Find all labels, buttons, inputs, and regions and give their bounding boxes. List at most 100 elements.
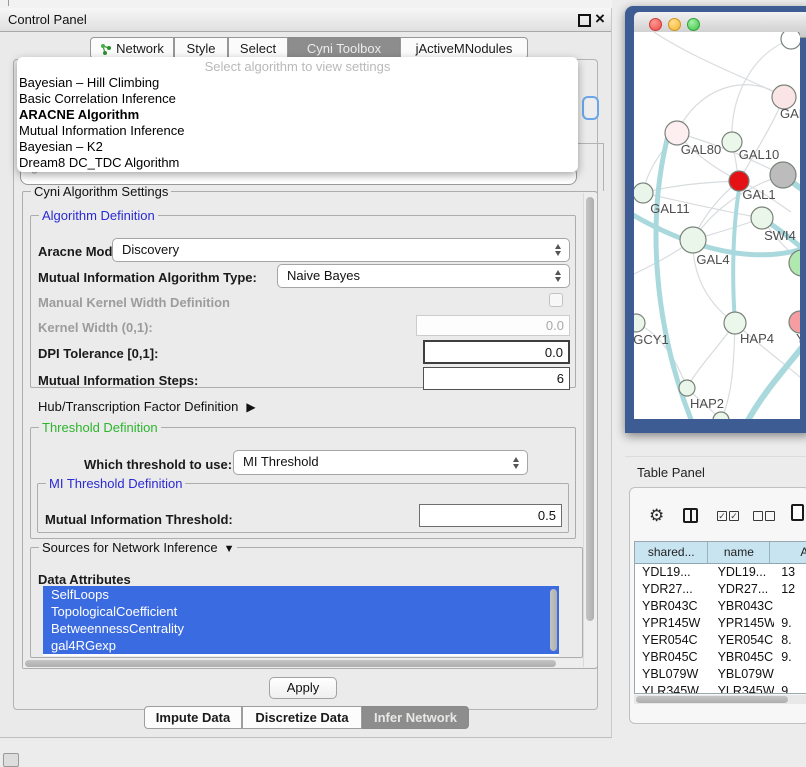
- table-cell: YBR043C: [711, 598, 775, 615]
- spinner-arrows-icon[interactable]: [554, 269, 562, 283]
- network-node-hap2[interactable]: [679, 380, 695, 396]
- table-cell: YBL079W: [635, 666, 711, 683]
- table-horizontal-scrollbar[interactable]: [634, 695, 806, 704]
- algorithm-option[interactable]: Bayesian – Hill Climbing: [17, 75, 578, 91]
- list-scrollbar-thumb[interactable]: [550, 589, 557, 651]
- network-canvas[interactable]: GALGAL80GAL10GAL1GAL11SWI4GAL4GCY1HAP4YH…: [634, 32, 800, 419]
- table-row[interactable]: YBR045CYBR045C9.: [635, 649, 806, 666]
- select-all-checkbox-icon[interactable]: ✓: [729, 511, 739, 521]
- data-attribute-item[interactable]: BetweennessCentrality: [43, 620, 559, 637]
- network-node-gal4[interactable]: [680, 227, 706, 253]
- column-header[interactable]: shared...: [635, 542, 708, 563]
- data-attribute-item[interactable]: SelfLoops: [43, 586, 559, 603]
- algorithm-option[interactable]: Dream8 DC_TDC Algorithm: [17, 155, 578, 171]
- network-node-gcy1[interactable]: [634, 314, 645, 332]
- kernel-width-input[interactable]: [416, 315, 570, 336]
- table-row[interactable]: YDR27...YDR27...12: [635, 581, 806, 598]
- mi-steps-input[interactable]: [423, 367, 570, 390]
- columns-icon[interactable]: [683, 508, 698, 523]
- table-cell: [774, 666, 806, 683]
- float-window-icon[interactable]: [578, 14, 591, 27]
- table-cell: YLR345W: [635, 683, 711, 694]
- tab-discretize-data[interactable]: Discretize Data: [242, 706, 362, 729]
- table-cell: 9.: [774, 683, 806, 694]
- algorithm-dropdown-placeholder: Select algorithm to view settings: [17, 59, 578, 75]
- group-title: Threshold Definition: [39, 420, 161, 435]
- hub-definition-toggle[interactable]: Hub/Transcription Factor Definition▶: [38, 399, 256, 414]
- spinner-arrows-icon[interactable]: [512, 456, 520, 470]
- data-attribute-item[interactable]: gal4RGexp: [43, 637, 559, 654]
- scrollbar-thumb[interactable]: [586, 197, 594, 621]
- tab-infer-network[interactable]: Infer Network: [362, 706, 469, 729]
- apply-button[interactable]: Apply: [269, 677, 337, 699]
- network-node-swi4[interactable]: [751, 207, 773, 229]
- network-node[interactable]: [770, 162, 796, 188]
- tab-label: Discretize Data: [255, 710, 348, 725]
- new-table-icon[interactable]: [791, 504, 804, 521]
- expand-arrow-icon[interactable]: ▶: [246, 400, 255, 414]
- network-node[interactable]: [713, 412, 729, 419]
- scrollbar-thumb[interactable]: [636, 696, 788, 703]
- table-row[interactable]: YBL079WYBL079W: [635, 666, 806, 683]
- table-row[interactable]: YER054CYER054C8.: [635, 632, 806, 649]
- separator: [625, 456, 806, 457]
- network-node-y[interactable]: [789, 311, 800, 333]
- algorithm-option[interactable]: ARACNE Algorithm: [17, 107, 578, 123]
- spinner-arrows-icon[interactable]: [554, 243, 562, 257]
- sources-toggle[interactable]: Sources for Network Inference▼: [39, 540, 237, 555]
- focused-spinner-fragment[interactable]: [582, 96, 599, 120]
- node-label: GAL10: [739, 147, 779, 162]
- which-threshold-combobox[interactable]: MI Threshold: [233, 450, 528, 475]
- dpi-tolerance-label: DPI Tolerance [0,1]:: [38, 346, 158, 361]
- node-label: GAL11: [650, 201, 690, 216]
- top-tick: [8, 0, 9, 6]
- column-header[interactable]: A: [770, 542, 806, 563]
- minimize-traffic-light[interactable]: [668, 18, 681, 31]
- tab-label: Cyni Toolbox: [307, 41, 381, 56]
- gear-icon[interactable]: ⚙: [649, 507, 664, 524]
- algorithm-option[interactable]: Mutual Information Inference: [17, 123, 578, 139]
- network-node[interactable]: [781, 32, 800, 49]
- tab-label: Impute Data: [156, 710, 230, 725]
- aracne-mode-combobox[interactable]: Discovery: [112, 238, 570, 262]
- data-attribute-item[interactable]: TopologicalCoefficient: [43, 603, 559, 620]
- tab-select[interactable]: Select: [228, 37, 288, 59]
- tab-jactivemnodules[interactable]: jActiveMNodules: [400, 37, 528, 59]
- scrollbar-thumb[interactable]: [25, 660, 556, 667]
- tab-style[interactable]: Style: [174, 37, 228, 59]
- mi-threshold-input[interactable]: [419, 504, 562, 527]
- close-icon[interactable]: ×: [595, 8, 605, 30]
- minimized-panel-icon[interactable]: [3, 753, 19, 767]
- zoom-traffic-light[interactable]: [687, 18, 700, 31]
- mi-type-label: Mutual Information Algorithm Type:: [38, 270, 257, 285]
- node-label: SWI4: [764, 228, 796, 243]
- deselect-all-checkbox-icon[interactable]: [765, 511, 775, 521]
- table-cell: YBR045C: [711, 649, 775, 666]
- node-attribute-table: shared...nameA YDL19...YDL19...13YDR27..…: [634, 541, 806, 694]
- table-row[interactable]: YDL19...YDL19...13: [635, 564, 806, 581]
- table-cell: YLR345W: [711, 683, 775, 694]
- mi-type-combobox[interactable]: Naive Bayes: [277, 264, 570, 288]
- table-row[interactable]: YLR345WYLR345W9.: [635, 683, 806, 694]
- manual-kernel-checkbox[interactable]: [549, 293, 563, 307]
- table-cell: YBR045C: [635, 649, 711, 666]
- table-row[interactable]: YPR145WYPR145W9.: [635, 615, 806, 632]
- table-row[interactable]: YBR043CYBR043C: [635, 598, 806, 615]
- algorithm-option[interactable]: Bayesian – K2: [17, 139, 578, 155]
- collapse-arrow-icon[interactable]: ▼: [224, 543, 235, 555]
- select-all-checkbox-icon[interactable]: ✓: [717, 511, 727, 521]
- settings-vertical-scrollbar[interactable]: [583, 193, 597, 667]
- network-node-gal11[interactable]: [634, 183, 653, 203]
- tab-network[interactable]: Network: [90, 37, 174, 59]
- algorithm-option[interactable]: Basic Correlation Inference: [17, 91, 578, 107]
- tab-cyni-toolbox[interactable]: Cyni Toolbox: [288, 37, 400, 59]
- column-header[interactable]: name: [708, 542, 770, 563]
- group-title: Cyni Algorithm Settings: [31, 184, 171, 199]
- close-traffic-light[interactable]: [649, 18, 662, 31]
- tab-impute-data[interactable]: Impute Data: [144, 706, 242, 729]
- groupbox-fragment: [577, 143, 604, 191]
- panel-title: Control Panel: [8, 12, 87, 27]
- dpi-tolerance-input[interactable]: [423, 340, 570, 364]
- deselect-all-checkbox-icon[interactable]: [753, 511, 763, 521]
- settings-horizontal-scrollbar[interactable]: [23, 659, 583, 668]
